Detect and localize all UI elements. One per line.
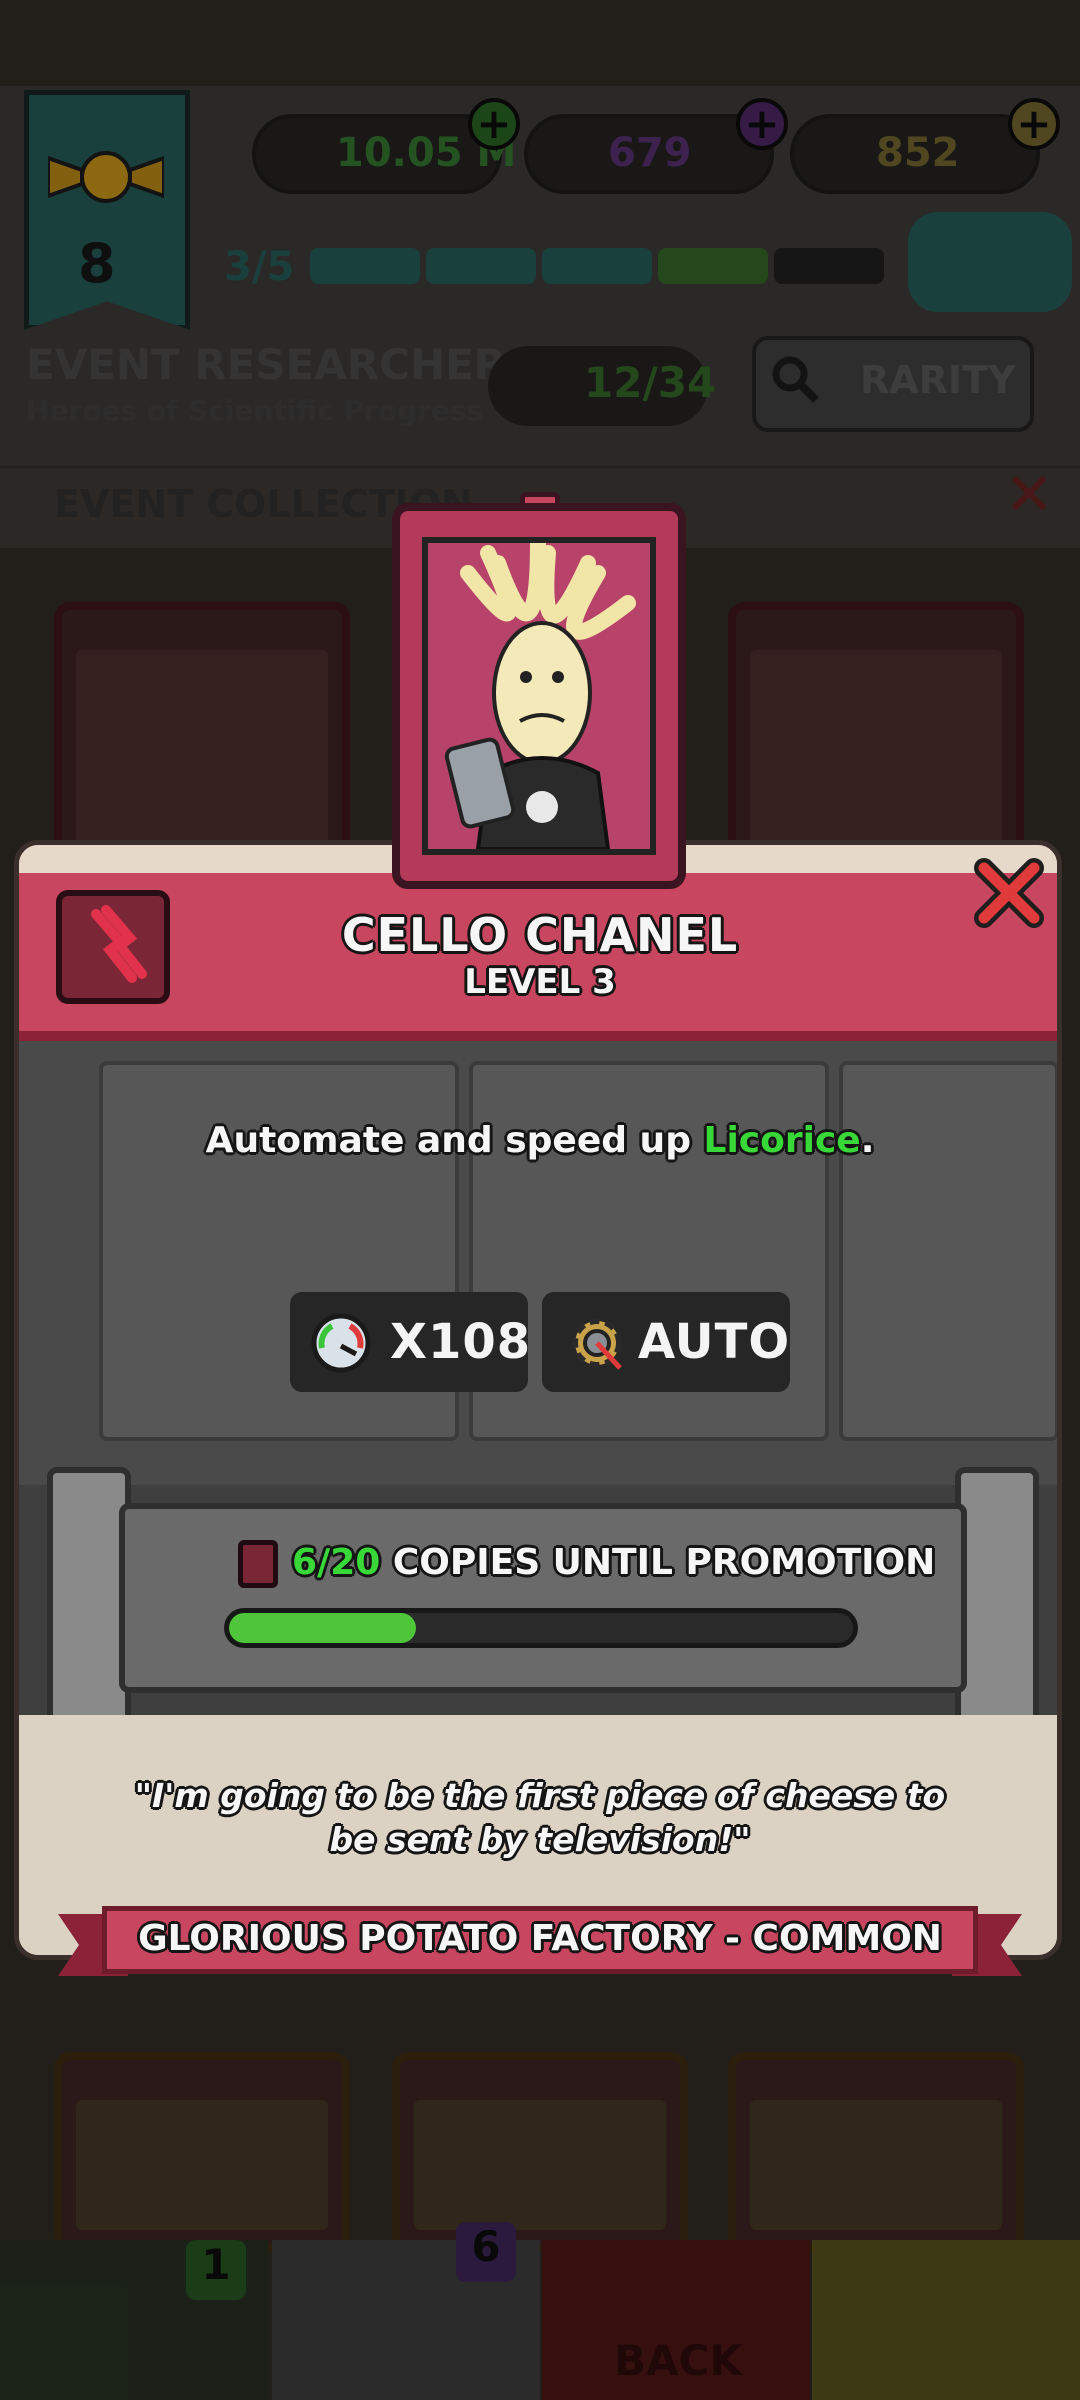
card-copy-icon bbox=[238, 1540, 278, 1588]
metal-clamp bbox=[955, 1467, 1039, 1737]
popup-body bbox=[19, 1041, 1057, 1561]
speedometer-icon bbox=[310, 1312, 372, 1374]
speed-multiplier-value: X108 bbox=[390, 1314, 532, 1370]
metal-panel bbox=[839, 1061, 1057, 1441]
description-highlight: Licorice bbox=[703, 1120, 861, 1161]
promotion-progress-bar bbox=[224, 1608, 858, 1648]
researcher-name: CELLO CHANEL bbox=[341, 908, 739, 962]
copies-count: 6/20 bbox=[292, 1542, 381, 1583]
ability-description: Automate and speed up Licorice. bbox=[0, 1120, 1080, 1161]
copies-text: COPIES UNTIL PROMOTION bbox=[380, 1542, 936, 1583]
researcher-portrait bbox=[422, 537, 656, 855]
description-text: Automate and speed up bbox=[205, 1120, 704, 1161]
source-rarity-label: GLORIOUS POTATO FACTORY - COMMON bbox=[138, 1918, 942, 1959]
automation-value: AUTO bbox=[638, 1314, 791, 1370]
gear-icon bbox=[562, 1308, 632, 1378]
description-end: . bbox=[860, 1120, 875, 1161]
researcher-quote-line1: "I'm going to be the first piece of chee… bbox=[134, 1776, 946, 1815]
copies-progress-label: 6/20 COPIES UNTIL PROMOTION bbox=[292, 1542, 935, 1583]
researcher-level: LEVEL 3 bbox=[464, 962, 616, 1002]
promotion-progress-fill bbox=[229, 1613, 417, 1643]
researcher-portrait-card bbox=[392, 503, 686, 889]
promotion-panel bbox=[19, 1467, 1057, 1737]
researcher-quote-line2: be sent by television!" bbox=[329, 1820, 751, 1859]
promotion-inner bbox=[119, 1503, 967, 1693]
